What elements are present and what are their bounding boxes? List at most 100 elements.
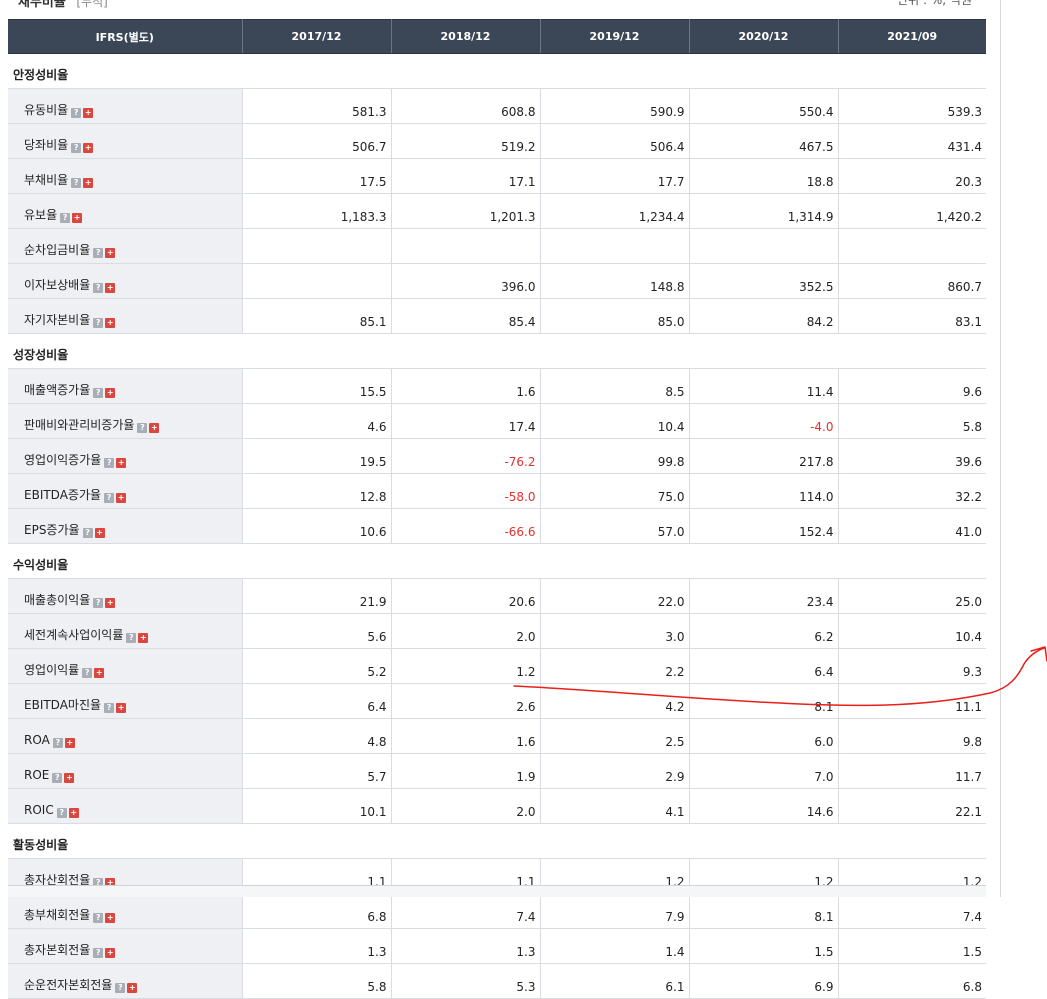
expand-icon[interactable]: + — [64, 773, 75, 783]
section-subtitle: [누적] — [76, 0, 108, 9]
table-row: EBITDA마진율? +6.4 2.6 4.2 8.1 11.1 — [8, 683, 986, 719]
value-cell: 5.2 — [242, 648, 392, 684]
value-cell: 9.3 — [838, 648, 986, 684]
value-cell: -4.0 — [689, 403, 839, 439]
section-title-cell: 성장성비율 — [8, 333, 986, 369]
help-icon[interactable]: ? — [104, 493, 115, 503]
expand-icon[interactable]: + — [64, 738, 75, 748]
row-label-cell: 당좌비율? + — [8, 123, 243, 159]
value-cell: 396.0 — [391, 263, 541, 299]
row-label-cell: ROA? + — [8, 718, 243, 754]
help-icon[interactable]: ? — [93, 913, 104, 923]
help-icon[interactable]: ? — [104, 458, 115, 468]
row-label-cell: 영업이익증가율? + — [8, 438, 243, 474]
expand-icon[interactable]: + — [116, 458, 127, 468]
value-cell: 18.8 — [689, 158, 839, 194]
help-icon[interactable]: ? — [93, 388, 104, 398]
expand-icon[interactable]: + — [105, 283, 116, 293]
value-cell: 10.4 — [540, 403, 690, 439]
help-icon[interactable]: ? — [60, 213, 71, 223]
expand-icon[interactable]: + — [105, 318, 116, 328]
expand-icon[interactable]: + — [116, 493, 127, 503]
help-icon[interactable]: ? — [104, 703, 115, 713]
help-icon[interactable]: ? — [93, 283, 104, 293]
value-cell: 506.4 — [540, 123, 690, 159]
expand-icon[interactable]: + — [105, 248, 116, 258]
help-icon[interactable]: ? — [56, 808, 67, 818]
row-label-cell: 유보율? + — [8, 193, 243, 229]
help-icon[interactable]: ? — [93, 948, 104, 958]
help-icon[interactable]: ? — [71, 108, 82, 118]
row-label: 유동비율 — [24, 103, 69, 117]
value-cell: 6.8 — [838, 963, 986, 999]
expand-icon[interactable]: + — [94, 668, 105, 678]
expand-icon[interactable]: + — [105, 948, 116, 958]
value-cell: -58.0 — [391, 473, 541, 509]
row-label: ROE — [24, 768, 50, 782]
table-row: 자기자본비율? +85.1 85.4 85.0 84.2 83.1 — [8, 298, 986, 334]
expand-icon[interactable]: + — [105, 598, 116, 608]
expand-icon[interactable]: + — [105, 913, 116, 923]
value-cell: 8.1 — [689, 683, 839, 719]
value-cell: 6.1 — [540, 963, 690, 999]
table-row: 총자본회전율? +1.3 1.3 1.4 1.5 1.5 — [8, 928, 986, 964]
value-cell: 17.1 — [391, 158, 541, 194]
section-title-cell: 안정성비율 — [8, 53, 986, 89]
value-cell: 21.9 — [242, 578, 392, 614]
expand-icon[interactable]: + — [72, 213, 83, 223]
table-row: 유보율? +1,183.3 1,201.3 1,234.4 1,314.9 1,420.2 — [8, 193, 986, 229]
help-icon[interactable]: ? — [82, 528, 93, 538]
expand-icon[interactable]: + — [127, 983, 138, 993]
bottom-strip — [8, 886, 986, 897]
expand-icon[interactable]: + — [83, 108, 94, 118]
value-cell: 2.0 — [391, 613, 541, 649]
section-row: 활동성비율 — [8, 823, 986, 859]
value-cell: 2.0 — [391, 788, 541, 824]
help-icon[interactable]: ? — [82, 668, 93, 678]
section-title: 재무비율 [누적] — [18, 0, 108, 10]
value-cell: 23.4 — [689, 578, 839, 614]
expand-icon[interactable]: + — [105, 388, 116, 398]
help-icon[interactable]: ? — [52, 738, 63, 748]
value-cell: 539.3 — [838, 88, 986, 124]
help-icon[interactable]: ? — [93, 318, 104, 328]
value-cell: 1.6 — [391, 718, 541, 754]
help-icon[interactable]: ? — [126, 633, 137, 643]
row-label: EBITDA증가율 — [24, 488, 102, 502]
value-cell: 12.8 — [242, 473, 392, 509]
expand-icon[interactable]: + — [116, 703, 127, 713]
help-icon[interactable]: ? — [93, 598, 104, 608]
value-cell: 20.6 — [391, 578, 541, 614]
row-label-cell: 자기자본비율? + — [8, 298, 243, 334]
help-icon[interactable]: ? — [52, 773, 63, 783]
help-icon[interactable]: ? — [137, 423, 148, 433]
value-cell: 11.1 — [838, 683, 986, 719]
table-row: 매출총이익율? +21.9 20.6 22.0 23.4 25.0 — [8, 578, 986, 614]
expand-icon[interactable]: + — [83, 178, 94, 188]
value-cell: 5.8 — [242, 963, 392, 999]
expand-icon[interactable]: + — [94, 528, 105, 538]
row-label: 자기자본비율 — [24, 313, 91, 327]
help-icon[interactable]: ? — [93, 248, 104, 258]
expand-icon[interactable]: + — [149, 423, 160, 433]
unit-label: 단위 : %, 억원 — [897, 0, 972, 7]
table-row: 판매비와관리비증가율? +4.6 17.4 10.4 -4.0 5.8 — [8, 403, 986, 439]
expand-icon[interactable]: + — [83, 143, 94, 153]
value-cell: 8.1 — [689, 893, 839, 929]
value-cell: 1,420.2 — [838, 193, 986, 229]
value-cell: 14.6 — [689, 788, 839, 824]
expand-icon[interactable]: + — [68, 808, 79, 818]
value-cell: 1,234.4 — [540, 193, 690, 229]
expand-icon[interactable]: + — [138, 633, 149, 643]
row-label: 매출총이익율 — [24, 593, 91, 607]
row-label: 세전계속사업이익률 — [24, 628, 124, 642]
row-label: 영업이익률 — [24, 663, 80, 677]
table-row: EBITDA증가율? +12.8 -58.0 75.0 114.0 32.2 — [8, 473, 986, 509]
help-icon[interactable]: ? — [71, 178, 82, 188]
value-cell: 6.4 — [689, 648, 839, 684]
help-icon[interactable]: ? — [71, 143, 82, 153]
value-cell: 1.6 — [391, 368, 541, 404]
row-label: 영업이익증가율 — [24, 453, 102, 467]
help-icon[interactable]: ? — [115, 983, 126, 993]
table-row: 영업이익률? +5.2 1.2 2.2 6.4 9.3 — [8, 648, 986, 684]
